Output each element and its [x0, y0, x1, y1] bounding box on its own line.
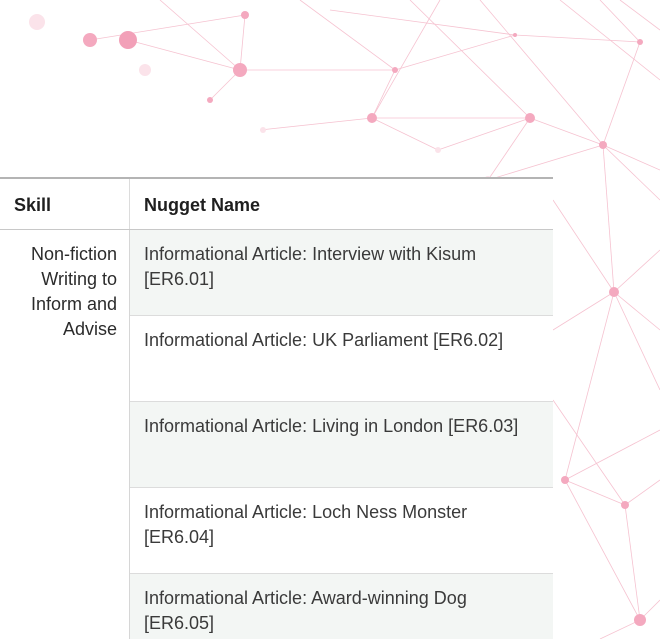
skill-text-line: Writing to — [41, 268, 117, 289]
skill-text-line: Advise — [62, 318, 117, 339]
table-row: Non-fiction Writing to Inform and Advise… — [0, 228, 553, 639]
nugget-name-cell: Informational Article: Living in London … — [129, 400, 553, 488]
nugget-name-cell: Informational Article: Loch Ness Monster… — [129, 486, 553, 574]
nugget-name-cell: Informational Article: UK Parliament [ER… — [129, 314, 553, 402]
column-header-skill: Skill — [0, 177, 130, 230]
skill-text-line: Non-fiction — [30, 243, 117, 264]
nugget-name-cell: Informational Article: Award-winning Dog… — [129, 572, 553, 639]
skill-cell: Non-fiction Writing to Inform and Advise — [0, 228, 130, 639]
column-header-nugget-name: Nugget Name — [129, 177, 553, 230]
nugget-table: Skill Nugget Name Non-fiction Writing to… — [0, 177, 553, 639]
skill-text-line: Inform and — [30, 293, 117, 314]
nugget-table-container: Skill Nugget Name Non-fiction Writing to… — [0, 177, 553, 639]
table-header-row: Skill Nugget Name — [0, 177, 553, 230]
nugget-name-cell: Informational Article: Interview with Ki… — [129, 228, 553, 316]
